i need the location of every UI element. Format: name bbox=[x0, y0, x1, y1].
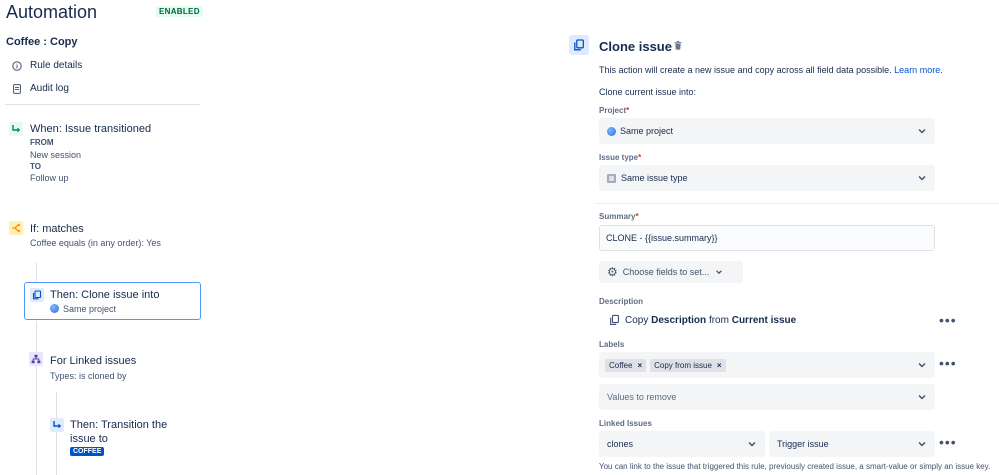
chevron-down-icon bbox=[918, 128, 926, 134]
trigger-to-label: TO bbox=[30, 162, 41, 171]
labels-remove-placeholder: Values to remove bbox=[607, 392, 677, 402]
app-title: Automation bbox=[6, 2, 98, 22]
link-target-value: Trigger issue bbox=[777, 439, 829, 449]
choose-fields-button[interactable]: ⚙ Choose fields to set... bbox=[599, 261, 743, 283]
labels-select[interactable]: Coffee × Copy from issue × bbox=[599, 352, 935, 378]
chevron-down-icon bbox=[918, 441, 926, 447]
labels-label: Labels bbox=[599, 340, 625, 349]
project-value: Same project bbox=[620, 126, 674, 136]
link-type-select[interactable]: clones bbox=[599, 431, 765, 457]
linked-issues-label: Linked Issues bbox=[599, 419, 652, 428]
project-label: Project* bbox=[599, 106, 630, 115]
sidebar-divider bbox=[5, 104, 200, 105]
branch-title: For Linked issues bbox=[50, 355, 137, 367]
labels-more-icon[interactable]: ••• bbox=[939, 356, 957, 370]
project-select[interactable]: Same project bbox=[599, 118, 935, 144]
learn-more-link[interactable]: Learn more. bbox=[894, 65, 943, 75]
remove-tag-icon[interactable]: × bbox=[717, 361, 722, 370]
remove-tag-icon[interactable]: × bbox=[637, 361, 642, 370]
document-icon bbox=[12, 83, 22, 94]
chevron-down-icon bbox=[716, 270, 723, 275]
flow-connector bbox=[36, 262, 37, 282]
clone-icon bbox=[30, 288, 44, 302]
description-more-icon[interactable]: ••• bbox=[939, 313, 957, 327]
description-label: Description bbox=[599, 297, 644, 306]
trigger-title: When: Issue transitioned bbox=[30, 123, 152, 135]
panel-description: This action will create a new issue and … bbox=[599, 65, 943, 75]
branch-icon bbox=[29, 352, 43, 366]
clone-action-title: Then: Clone issue into bbox=[50, 289, 160, 301]
description-copy-setting[interactable]: Copy Description from Current issue bbox=[609, 314, 796, 326]
trigger-to-value: Follow up bbox=[30, 173, 69, 183]
chevron-down-icon bbox=[918, 175, 926, 181]
branch-detail: Types: is cloned by bbox=[50, 371, 127, 381]
clone-issue-icon bbox=[569, 35, 589, 55]
status-badge: ENABLED bbox=[156, 6, 203, 17]
condition-icon bbox=[9, 221, 23, 235]
labels-remove-select[interactable]: Values to remove bbox=[599, 384, 935, 410]
summary-label: Summary* bbox=[599, 212, 639, 221]
section-divider bbox=[596, 203, 999, 204]
trigger-from-label: FROM bbox=[30, 138, 54, 147]
globe-icon bbox=[607, 126, 616, 136]
gear-icon: ⚙ bbox=[607, 265, 618, 279]
copy-icon bbox=[610, 314, 619, 325]
branch-connector bbox=[56, 392, 57, 475]
linked-issues-more-icon[interactable]: ••• bbox=[939, 435, 957, 449]
link-target-select[interactable]: Trigger issue bbox=[769, 431, 935, 457]
transition-action-icon bbox=[50, 418, 64, 432]
issue-type-icon bbox=[607, 173, 616, 183]
panel-title: Clone issue bbox=[599, 39, 672, 54]
issue-type-value: Same issue type bbox=[621, 173, 688, 183]
condition-detail: Coffee equals (in any order): Yes bbox=[30, 238, 161, 248]
link-type-value: clones bbox=[607, 439, 634, 449]
chevron-down-icon bbox=[748, 441, 756, 447]
flow-connector-branch bbox=[36, 321, 37, 475]
issue-type-label: Issue type* bbox=[599, 153, 642, 162]
chevron-down-icon bbox=[918, 362, 926, 368]
audit-log-label: Audit log bbox=[30, 83, 69, 94]
choose-fields-label: Choose fields to set... bbox=[622, 267, 710, 277]
delete-icon[interactable] bbox=[674, 41, 682, 52]
info-icon bbox=[12, 60, 22, 71]
label-tag: Coffee × bbox=[605, 358, 647, 372]
clone-action-detail: Same project bbox=[50, 304, 116, 314]
trigger-from-value: New session bbox=[30, 150, 82, 160]
clone-action-node[interactable]: Then: Clone issue into Same project bbox=[24, 282, 201, 320]
status-lozenge: COFFEE bbox=[70, 447, 105, 456]
rule-sidebar: Automation ENABLED Coffee : Copy Rule de… bbox=[0, 0, 210, 475]
transition-action-title-2: issue to bbox=[70, 433, 108, 445]
rule-details-label: Rule details bbox=[30, 60, 83, 71]
rule-details-link[interactable]: Rule details bbox=[12, 60, 82, 71]
linked-issues-note: You can link to the issue that triggered… bbox=[599, 462, 991, 471]
globe-icon bbox=[50, 304, 59, 313]
summary-input[interactable]: CLONE - {{issue.summary}} bbox=[599, 225, 935, 251]
audit-log-link[interactable]: Audit log bbox=[12, 83, 69, 94]
transition-action-title-1: Then: Transition the bbox=[70, 419, 168, 431]
rule-name: Coffee : Copy bbox=[6, 36, 78, 48]
issue-type-select[interactable]: Same issue type bbox=[599, 165, 935, 191]
label-tag: Copy from issue × bbox=[650, 358, 726, 372]
condition-title: If: matches bbox=[30, 223, 84, 235]
chevron-down-icon bbox=[918, 394, 926, 400]
clone-into-text: Clone current issue into: bbox=[599, 87, 697, 97]
transition-icon bbox=[9, 122, 23, 136]
